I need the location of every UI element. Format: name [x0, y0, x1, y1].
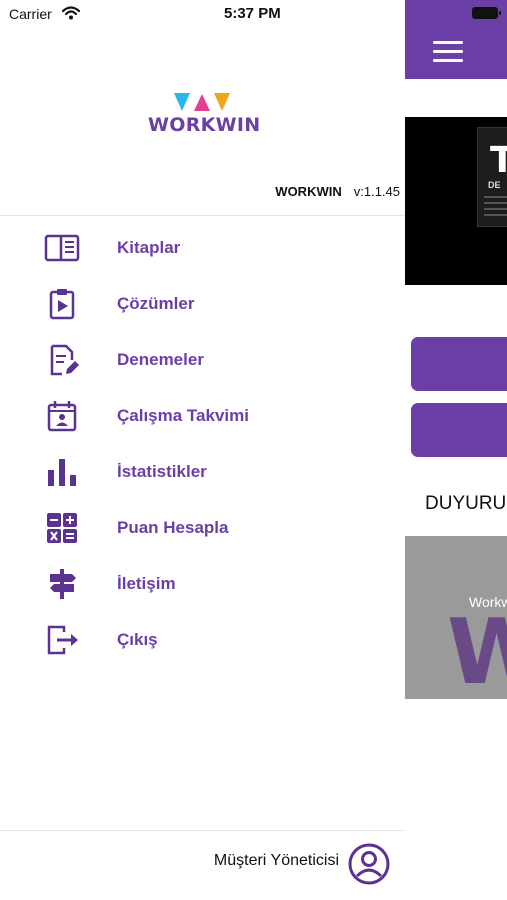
menu-item-denemeler[interactable]: Denemeler [0, 332, 405, 388]
menu-item-cikis[interactable]: Çıkış [0, 612, 405, 668]
signpost-icon [50, 569, 76, 599]
navigation-drawer: WORKWIN WORKWIN v:1.1.45 Kitaplar Çözümle… [0, 0, 405, 900]
menu-item-label: Kitaplar [117, 238, 181, 257]
hamburger-menu-icon[interactable] [433, 41, 463, 63]
carrier-label: Carrier [9, 6, 52, 22]
book-cover-title: T [490, 140, 507, 181]
menu-item-cozumler[interactable]: Çözümler [0, 276, 405, 332]
calculator-icon [47, 513, 77, 543]
menu-item-kitaplar[interactable]: Kitaplar [0, 220, 405, 276]
announcement-card[interactable]: Workw W [405, 536, 507, 699]
wifi-icon [62, 6, 80, 20]
logo-text: WORKWIN [148, 114, 261, 136]
logo-mark-icon [174, 93, 230, 111]
announcements-title: DUYURU [425, 493, 507, 514]
home-action-button-1[interactable] [411, 337, 507, 391]
status-bar: Carrier 5:37 PM [0, 0, 507, 28]
workwin-logo: WORKWIN [148, 92, 261, 138]
menu-item-istatistikler[interactable]: İstatistikler [0, 444, 405, 500]
menu-item-label: Denemeler [117, 350, 204, 369]
background-home-screen: T DE DUYURU Workw W [405, 0, 507, 900]
account-manager-label: Müşteri Yöneticisi [213, 852, 339, 869]
calendar-user-icon [47, 401, 77, 432]
app-version: v:1.1.45 [353, 184, 400, 199]
account-manager-row[interactable]: Müşteri Yöneticisi [0, 830, 405, 900]
document-edit-icon [50, 344, 79, 376]
book-open-icon [44, 234, 80, 262]
menu-item-label: İletişim [117, 574, 176, 593]
app-name: WORKWIN [275, 184, 342, 199]
menu-item-label: Çıkış [117, 630, 158, 649]
home-action-button-2[interactable] [411, 403, 507, 457]
promo-banner[interactable]: T DE [405, 117, 507, 285]
logout-icon [47, 625, 78, 655]
menu-item-label: Çözümler [117, 294, 195, 313]
book-cover-subtitle: DE [488, 180, 501, 190]
menu-item-puan-hesapla[interactable]: Puan Hesapla [0, 500, 405, 556]
menu-item-label: Puan Hesapla [117, 518, 229, 537]
clipboard-play-icon [49, 289, 75, 320]
book-cover-image: T DE [477, 127, 507, 227]
announcement-card-logo: W [447, 600, 507, 699]
menu-item-label: İstatistikler [117, 462, 207, 481]
user-circle-icon[interactable] [347, 842, 391, 886]
version-info: WORKWIN v:1.1.45 [275, 184, 400, 199]
bar-chart-icon [48, 459, 76, 486]
menu-item-calisma-takvimi[interactable]: Çalışma Takvimi [0, 388, 405, 444]
status-time: 5:37 PM [224, 5, 281, 22]
menu-item-label: Çalışma Takvimi [117, 406, 249, 425]
menu-item-iletisim[interactable]: İletişim [0, 556, 405, 612]
header-divider [0, 215, 405, 216]
